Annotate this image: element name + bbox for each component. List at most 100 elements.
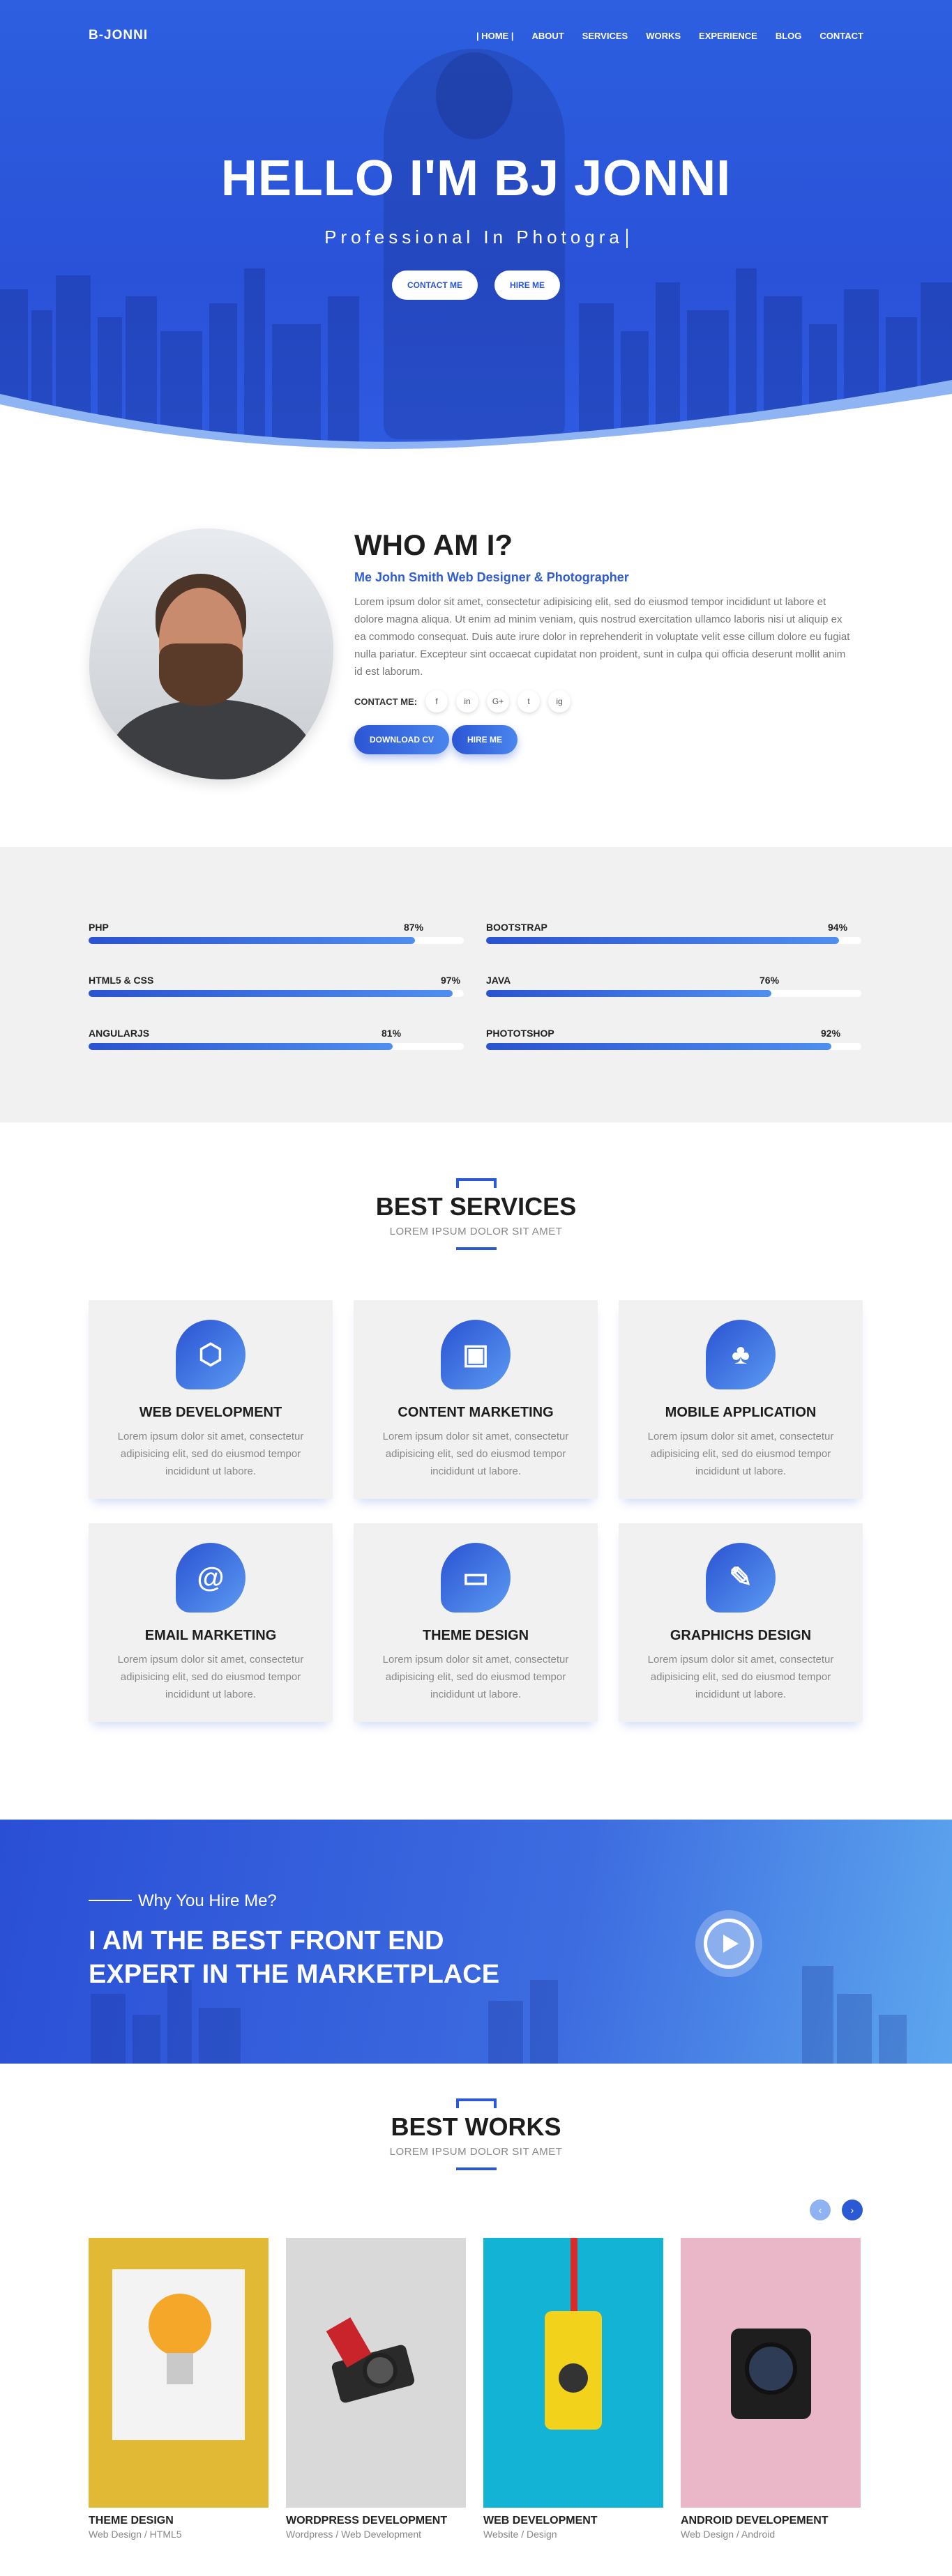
linkedin-icon[interactable]: in: [456, 690, 479, 712]
about-hire-me-button[interactable]: HIRE ME: [452, 725, 518, 754]
service-text: Lorem ipsum dolor sit amet, consectetur …: [647, 1431, 834, 1477]
skill-bar: [89, 990, 453, 997]
twitter-icon[interactable]: t: [517, 690, 541, 712]
nav-item-services[interactable]: SERVICES: [582, 31, 628, 41]
play-video-button[interactable]: [695, 1910, 762, 1977]
work-title: WEB DEVELOPMENT: [483, 2515, 598, 2527]
work-item-android-development[interactable]: ANDROID DEVELOPEMENT Web Design / Androi…: [681, 2238, 861, 2540]
skill-name: BOOTSTRAP: [486, 922, 547, 933]
about-role: Me John Smith Web Designer & Photographe…: [354, 570, 629, 584]
service-title: GRAPHICHS DESIGN: [670, 1628, 812, 1643]
cube-icon: ⬡: [176, 1320, 245, 1389]
hire-headline-line2: EXPERT IN THE MARKETPLACE: [89, 1960, 500, 1989]
hire-headline-line1: I AM THE BEST FRONT END: [89, 1926, 444, 1956]
about-section: WHO AM I? Me John Smith Web Designer & P…: [0, 457, 952, 847]
hero-person-head: [436, 52, 513, 139]
work-item-web-development[interactable]: WEB DEVELOPMENT Website / Design: [483, 2238, 663, 2540]
skill-name: JAVA: [486, 975, 511, 986]
work-category: Wordpress / Web Development: [286, 2529, 422, 2540]
skill-bootstrap: BOOTSTRAP 94%: [486, 922, 861, 944]
about-buttons: DOWNLOAD CV HIRE ME: [354, 725, 853, 754]
skill-java: JAVA 76%: [486, 975, 861, 997]
skill-name: ANGULARJS: [89, 1028, 150, 1039]
service-title: WEB DEVELOPMENT: [139, 1405, 282, 1420]
skill-percent: 81%: [381, 1028, 402, 1039]
service-title: THEME DESIGN: [422, 1628, 529, 1643]
work-image-yellow-phone: [483, 2238, 663, 2508]
work-title: ANDROID DEVELOPEMENT: [681, 2515, 829, 2527]
service-card-content-marketing[interactable]: ▣ CONTENT MARKETING Lorem ipsum dolor si…: [354, 1300, 598, 1499]
service-title: CONTENT MARKETING: [398, 1405, 554, 1420]
skill-bar: [486, 937, 839, 944]
contact-label: CONTACT ME:: [354, 696, 418, 707]
skill-percent: 97%: [441, 975, 461, 986]
work-item-theme-design[interactable]: THEME DESIGN Web Design / HTML5: [89, 2238, 269, 2540]
hero-buttons: CONTACT ME HIRE ME: [0, 270, 952, 300]
hire-headline: I AM THE BEST FRONT END EXPERT IN THE MA…: [89, 1924, 499, 1991]
monitor-icon: ▭: [441, 1543, 511, 1613]
service-card-web-development[interactable]: ⬡ WEB DEVELOPMENT Lorem ipsum dolor sit …: [89, 1300, 333, 1499]
work-item-wordpress-development[interactable]: WORDPRESS DEVELOPMENT Wordpress / Web De…: [286, 2238, 466, 2540]
service-text: Lorem ipsum dolor sit amet, consectetur …: [117, 1654, 304, 1700]
android-icon: ♣: [706, 1320, 776, 1389]
skill-angularjs: ANGULARJS 81%: [89, 1028, 464, 1050]
instagram-icon[interactable]: ig: [548, 690, 571, 712]
service-card-email-marketing[interactable]: @ EMAIL MARKETING Lorem ipsum dolor sit …: [89, 1523, 333, 1722]
skill-percent: 76%: [760, 975, 780, 986]
service-text: Lorem ipsum dolor sit amet, consectetur …: [117, 1431, 304, 1477]
works-title: BEST WORKS: [391, 2112, 561, 2141]
about-title: WHO AM I?: [354, 528, 513, 561]
work-category: Website / Design: [483, 2529, 557, 2540]
works-section: BEST WORKS LOREM IPSUM DOLOR SIT AMET ‹ …: [0, 2064, 952, 2576]
skill-percent: 87%: [404, 922, 424, 933]
next-arrow-icon[interactable]: ›: [842, 2200, 863, 2220]
work-title: WORDPRESS DEVELOPMENT: [286, 2515, 448, 2527]
nav-item-contact[interactable]: CONTACT: [819, 31, 863, 41]
facebook-icon[interactable]: f: [425, 690, 448, 712]
hire-section: Why You Hire Me? I AM THE BEST FRONT END…: [0, 1820, 952, 2064]
logo[interactable]: B-JONNI: [89, 28, 148, 43]
nav-item-about[interactable]: ABOUT: [531, 31, 564, 41]
nav-item-home[interactable]: | HOME |: [476, 31, 514, 41]
service-title: EMAIL MARKETING: [144, 1628, 277, 1643]
skill-percent: 94%: [828, 922, 848, 933]
service-card-theme-design[interactable]: ▭ THEME DESIGN Lorem ipsum dolor sit ame…: [354, 1523, 598, 1722]
skill-bar: [486, 990, 771, 997]
services-title: BEST SERVICES: [375, 1192, 577, 1221]
works-heading: BEST WORKS LOREM IPSUM DOLOR SIT AMET: [0, 2098, 952, 2170]
services-subtitle: LOREM IPSUM DOLOR SIT AMET: [389, 1226, 563, 1237]
skill-name: PHOTOTSHOP: [486, 1028, 554, 1039]
download-cv-button[interactable]: DOWNLOAD CV: [354, 725, 449, 754]
service-card-graphics-design[interactable]: ✎ GRAPHICHS DESIGN Lorem ipsum dolor sit…: [619, 1523, 863, 1722]
skill-bar: [486, 1043, 831, 1050]
service-title: MOBILE APPLICATION: [665, 1405, 817, 1420]
play-icon: [723, 1935, 739, 1953]
contact-me-button[interactable]: CONTACT ME: [391, 270, 478, 300]
service-text: Lorem ipsum dolor sit amet, consectetur …: [647, 1654, 834, 1700]
nav-item-experience[interactable]: EXPERIENCE: [699, 31, 757, 41]
work-image-camera: [286, 2238, 466, 2508]
service-card-mobile-application[interactable]: ♣ MOBILE APPLICATION Lorem ipsum dolor s…: [619, 1300, 863, 1499]
google-plus-icon[interactable]: G+: [487, 690, 510, 712]
about-text: Lorem ipsum dolor sit amet, consectetur …: [354, 596, 850, 678]
skill-name: PHP: [89, 922, 109, 933]
navbar: B-JONNI | HOME | ABOUT SERVICES WORKS EX…: [89, 25, 863, 46]
skills-section: PHP 87% BOOTSTRAP 94% HTML5 & CSS 97% JA…: [0, 847, 952, 1122]
hero-title: HELLO I'M BJ JONNI: [220, 151, 732, 206]
skill-name: HTML5 & CSS: [89, 975, 154, 986]
skill-bar: [89, 1043, 393, 1050]
hero-wave: [0, 380, 952, 457]
works-subtitle: LOREM IPSUM DOLOR SIT AMET: [389, 2146, 563, 2158]
skill-bar: [89, 937, 416, 944]
nav-item-works[interactable]: WORKS: [646, 31, 681, 41]
brush-icon: ✎: [706, 1543, 776, 1613]
work-image-lightbulb: [89, 2238, 269, 2508]
work-image-lens: [681, 2238, 861, 2508]
hire-me-button[interactable]: HIRE ME: [494, 270, 561, 300]
skill-photoshop: PHOTOTSHOP 92%: [486, 1028, 861, 1050]
hire-divider: [89, 1900, 132, 1901]
nav-item-blog[interactable]: BLOG: [776, 31, 802, 41]
contact-row: CONTACT ME: f in G+ t ig: [354, 690, 853, 712]
skill-html5-css: HTML5 & CSS 97%: [89, 975, 464, 997]
prev-arrow-icon[interactable]: ‹: [810, 2200, 831, 2220]
